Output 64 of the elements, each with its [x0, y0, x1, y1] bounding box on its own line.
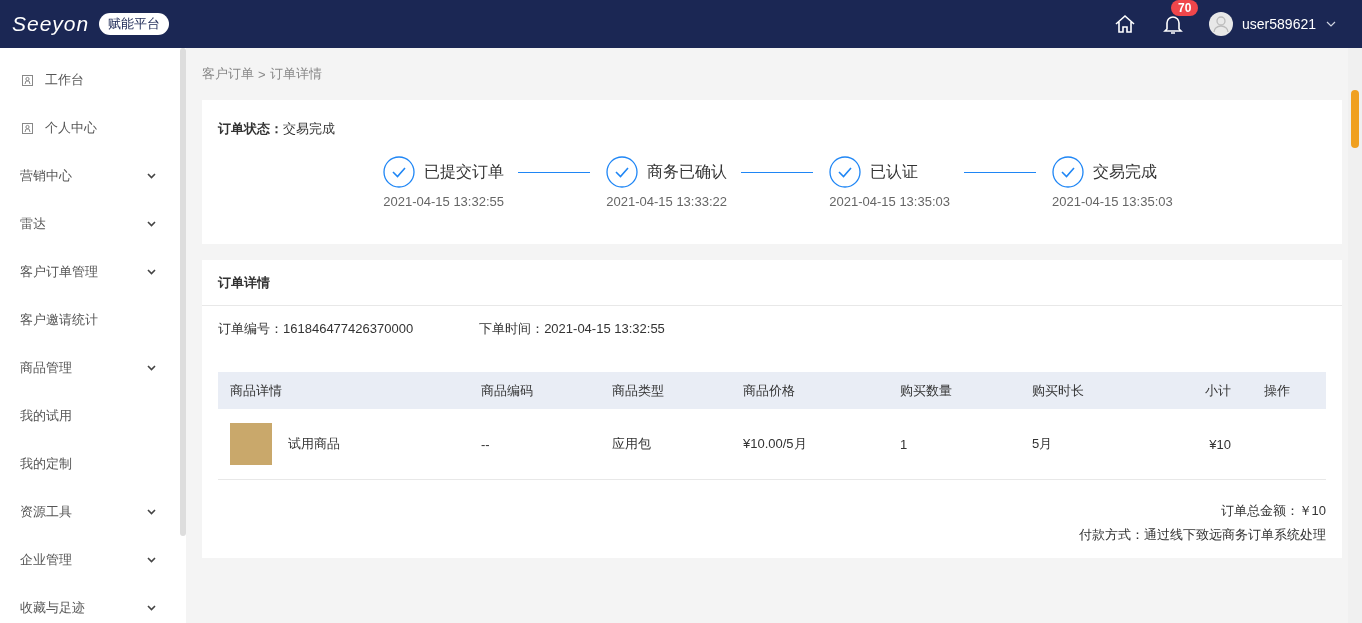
avatar-icon[interactable]: [1209, 12, 1234, 36]
table-cell-text: 5月: [1031, 435, 1054, 453]
sidebar-item[interactable]: 资源工具: [0, 488, 180, 536]
chevron-down-icon: [147, 557, 156, 563]
bell-icon[interactable]: [1163, 13, 1184, 35]
person-card-icon: [22, 122, 33, 134]
photo-placeholder: [230, 423, 272, 465]
status-value: 交易完成: [283, 120, 335, 138]
sidebar-item[interactable]: 工作台: [0, 56, 180, 104]
step-time: 2021-04-15 13:32:55: [383, 194, 505, 209]
breadcrumb-separator: >: [258, 66, 266, 82]
column-header: 操作: [1263, 381, 1291, 400]
table-cell-text: 1: [899, 436, 909, 452]
column-header: 购买数量: [899, 381, 953, 400]
step-time: 2021-04-15 13:33:22: [606, 194, 728, 209]
step-time: 2021-04-15 13:35:03: [1052, 194, 1173, 209]
table-cell-text: ¥10: [1208, 436, 1232, 452]
table-cell-text: --: [480, 436, 491, 452]
status-label: 订单状态：: [218, 120, 283, 138]
step-title: 已认证: [870, 161, 919, 182]
column-header: 购买时长: [1031, 381, 1085, 400]
person-card-icon: [22, 74, 33, 86]
column-header: 商品价格: [742, 381, 796, 400]
sidebar-item[interactable]: 我的试用: [0, 392, 180, 440]
scrollbar-thumb[interactable]: [180, 48, 186, 536]
chevron-down-icon: [147, 221, 156, 227]
section-title: 订单详情: [202, 260, 1342, 306]
sidebar-item[interactable]: 我的定制: [0, 440, 180, 488]
table-cell-text: 应用包: [611, 435, 652, 453]
order-total: 订单总金额：￥10: [1220, 502, 1326, 520]
sidebar-item[interactable]: 商品管理: [0, 344, 180, 392]
sidebar-item[interactable]: 企业管理: [0, 536, 180, 584]
chevron-down-icon: [147, 605, 156, 611]
home-icon[interactable]: [1114, 13, 1137, 35]
chevron-down-icon: [147, 509, 156, 515]
chevron-down-icon: [147, 173, 156, 179]
column-header: 商品类型: [611, 381, 665, 400]
step-title: 交易完成: [1093, 161, 1157, 182]
table-cell: 试用商品: [288, 435, 340, 453]
step-title: 已提交订单: [424, 161, 505, 182]
sidebar-item[interactable]: 收藏与足迹: [0, 584, 180, 623]
notification-badge: 70: [1171, 0, 1199, 16]
order-number: 订单编号：161846477426370000: [218, 320, 414, 338]
sidebar-item[interactable]: 雷达: [0, 200, 180, 248]
payment-method: 付款方式：通过线下致远商务订单系统处理: [1079, 526, 1326, 544]
caret-icon[interactable]: [1326, 21, 1336, 27]
username[interactable]: user589621: [1242, 16, 1316, 32]
sidebar-item[interactable]: 个人中心: [0, 104, 180, 152]
order-time: 下单时间：2021-04-15 13:32:55: [479, 320, 665, 338]
column-header: 商品编码: [480, 381, 534, 400]
breadcrumb-current: 订单详情: [269, 65, 322, 83]
sidebar-item[interactable]: 客户邀请统计: [0, 296, 180, 344]
column-header: 商品详情: [229, 381, 283, 400]
scrollbar-thumb[interactable]: [1351, 90, 1359, 148]
column-header: 小计: [1204, 381, 1232, 400]
sidebar-item[interactable]: 客户订单管理: [0, 248, 180, 296]
step-title: 商务已确认: [647, 161, 728, 182]
sidebar-item[interactable]: 营销中心: [0, 152, 180, 200]
step-time: 2021-04-15 13:35:03: [829, 194, 950, 209]
chevron-down-icon: [147, 269, 156, 275]
chevron-down-icon: [147, 365, 156, 371]
logo[interactable]: Seeyon: [12, 12, 90, 36]
table-cell-text: ¥10.00/5月: [742, 435, 808, 453]
platform-badge: 赋能平台: [99, 13, 170, 35]
